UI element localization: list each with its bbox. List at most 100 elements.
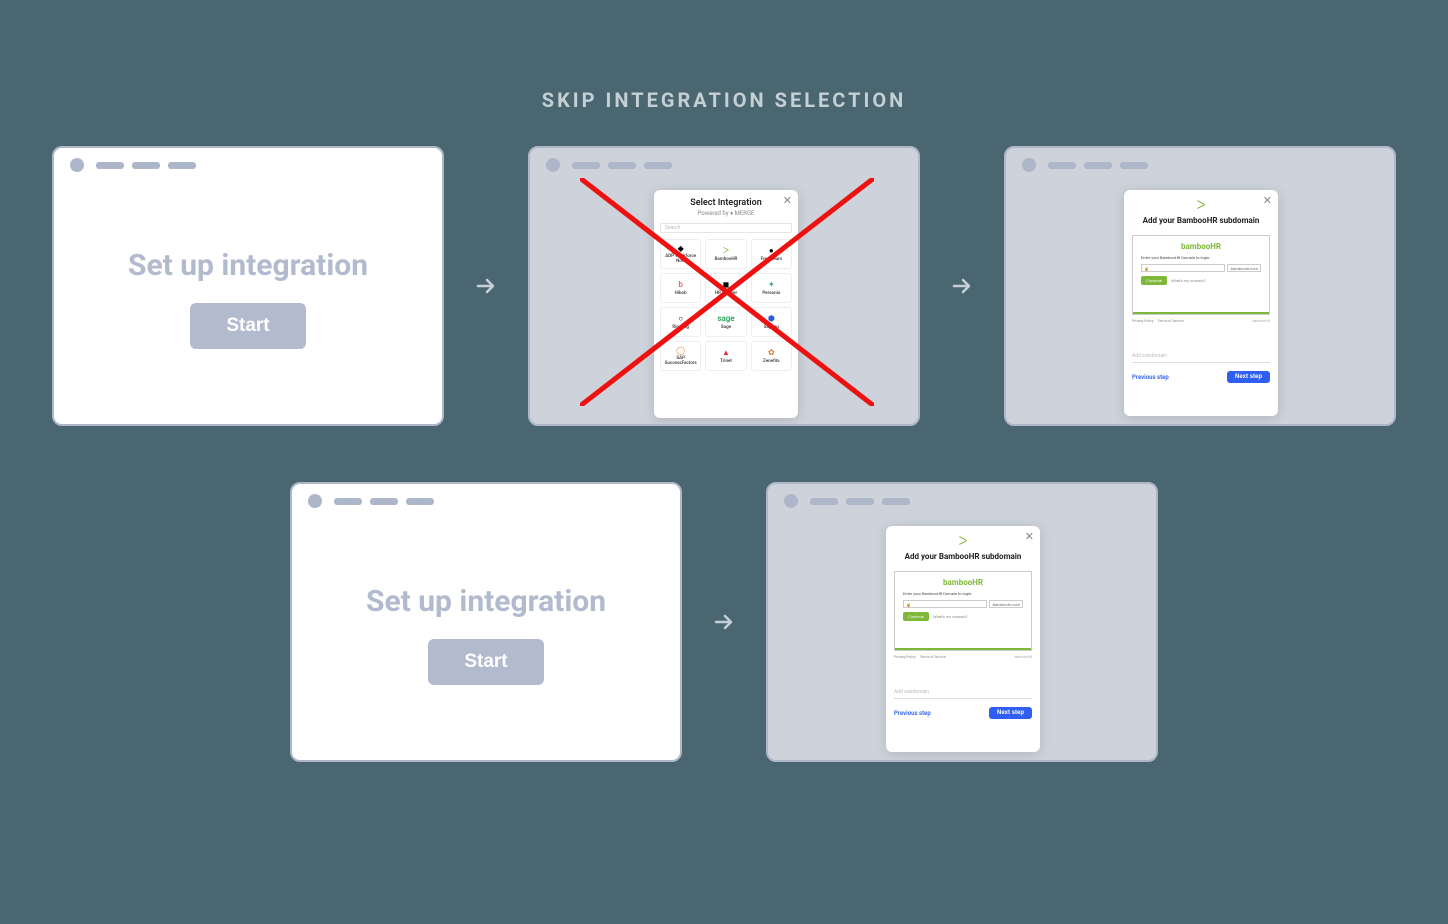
- provider-icon: ◆: [676, 243, 686, 253]
- provider-label: Freshteam: [761, 258, 783, 263]
- accent-bar: [1133, 312, 1269, 314]
- bamboo-login-frame: bambooHR Enter your BambooHR Domain to l…: [1132, 235, 1270, 315]
- card-header: [768, 484, 1156, 508]
- provider-icon: ◯: [676, 345, 686, 355]
- row-2: Set up integration Start ✕ ᐳ Add your Ba…: [290, 482, 1158, 762]
- whats-my-domain-link[interactable]: What's my domain?: [1171, 278, 1206, 283]
- integration-option[interactable]: ◼ HR Partner: [705, 273, 746, 303]
- window-lines: [810, 498, 910, 505]
- subdomain-input[interactable]: Add subdomain: [1132, 349, 1270, 363]
- window-dot-icon: [308, 494, 322, 508]
- window-lines: [334, 498, 434, 505]
- start-button[interactable]: Start: [428, 639, 543, 685]
- bamboo-logo-icon: ᐳ: [1132, 198, 1270, 212]
- window-dot-icon: [784, 494, 798, 508]
- window-lines: [1048, 162, 1148, 169]
- window-lines: [96, 162, 196, 169]
- previous-step-link[interactable]: Previous step: [894, 710, 931, 717]
- card-header: [530, 148, 918, 172]
- integration-option[interactable]: ▲ Trinet: [705, 341, 746, 371]
- integration-option[interactable]: ○Rippling: [660, 307, 701, 337]
- domain-input[interactable]: 🔒: [903, 600, 987, 608]
- window-line: [334, 498, 362, 505]
- provider-icon: ✦: [766, 280, 776, 290]
- privacy-link[interactable]: Privacy Policy: [1132, 319, 1154, 323]
- powered-by-label: bambooHR: [1014, 655, 1032, 659]
- provider-label: Personio: [762, 292, 780, 297]
- powered-by-label: bambooHR: [1252, 319, 1270, 323]
- provider-label: Sapling: [764, 326, 779, 331]
- footer-links: Privacy Policy Terms of Service bambooHR: [1132, 319, 1270, 323]
- card-header: [54, 148, 442, 172]
- setup-heading: Set up integration: [366, 584, 606, 619]
- bamboo-modal-title: Add your BambooHR subdomain: [1132, 216, 1270, 225]
- domain-input[interactable]: 🔒: [1141, 264, 1225, 272]
- provider-icon: ⬢: [766, 314, 776, 324]
- window-lines: [572, 162, 672, 169]
- integration-option[interactable]: bHibob: [660, 273, 701, 303]
- window-line: [608, 162, 636, 169]
- provider-icon: ▲: [721, 348, 731, 358]
- card-header: [1006, 148, 1394, 172]
- select-modal-title: Select Integration: [660, 198, 792, 208]
- continue-button[interactable]: Continue: [1141, 276, 1167, 285]
- footer-links: Privacy Policy Terms of Service bambooHR: [894, 655, 1032, 659]
- integration-option[interactable]: ⬢ Sapling: [751, 307, 792, 337]
- select-search-input[interactable]: Search: [660, 223, 792, 233]
- select-modal-subtitle: Powered by ♦ MERGE: [660, 210, 792, 217]
- next-step-button[interactable]: Next step: [989, 707, 1032, 719]
- window-line: [810, 498, 838, 505]
- close-icon[interactable]: ✕: [1025, 530, 1034, 543]
- whats-my-domain-link[interactable]: What's my domain?: [933, 614, 968, 619]
- provider-label: HR Partner: [715, 292, 737, 297]
- bamboo-subdomain-modal: ✕ ᐳ Add your BambooHR subdomain bambooHR…: [1124, 190, 1278, 416]
- continue-button[interactable]: Continue: [903, 612, 929, 621]
- window-line: [132, 162, 160, 169]
- next-step-button[interactable]: Next step: [1227, 371, 1270, 383]
- terms-link[interactable]: Terms of Service: [920, 655, 946, 659]
- integration-option[interactable]: ᐳBambooHR: [705, 239, 746, 269]
- terms-link[interactable]: Terms of Service: [1158, 319, 1184, 323]
- close-icon[interactable]: ✕: [1263, 194, 1272, 207]
- window-dot-icon: [70, 158, 84, 172]
- row-1: Set up integration Start ✕ Select Integr…: [52, 146, 1396, 426]
- domain-suffix-label: .bamboohr.com: [989, 600, 1023, 608]
- start-button[interactable]: Start: [190, 303, 305, 349]
- card-select-integration: ✕ Select Integration Powered by ♦ MERGE …: [528, 146, 920, 426]
- window-line: [572, 162, 600, 169]
- integration-grid: ◆ADP Workforce Now ᐳBambooHR ●Freshteam …: [660, 239, 792, 371]
- provider-label: Zenefits: [763, 360, 780, 365]
- window-line: [96, 162, 124, 169]
- window-line: [882, 498, 910, 505]
- close-icon[interactable]: ✕: [783, 194, 792, 207]
- window-line: [370, 498, 398, 505]
- provider-label: Sage: [721, 326, 731, 331]
- bamboo-logo-icon: ᐳ: [894, 534, 1032, 548]
- subdomain-input[interactable]: Add subdomain: [894, 685, 1032, 699]
- provider-label: Trinet: [720, 360, 732, 365]
- window-line: [1048, 162, 1076, 169]
- provider-label: Rippling: [672, 326, 689, 331]
- integration-option[interactable]: ●Freshteam: [751, 239, 792, 269]
- window-line: [168, 162, 196, 169]
- provider-icon: ◼: [721, 280, 731, 290]
- previous-step-link[interactable]: Previous step: [1132, 374, 1169, 381]
- bamboo-modal-title: Add your BambooHR subdomain: [894, 552, 1032, 561]
- window-line: [644, 162, 672, 169]
- card-header: [292, 484, 680, 508]
- window-line: [1084, 162, 1112, 169]
- bamboo-instruction: Enter your BambooHR Domain to login.: [1141, 255, 1261, 260]
- window-line: [846, 498, 874, 505]
- bamboo-subdomain-modal: ✕ ᐳ Add your BambooHR subdomain bambooHR…: [886, 526, 1040, 752]
- bamboo-login-frame: bambooHR Enter your BambooHR Domain to l…: [894, 571, 1032, 651]
- provider-label: ADP Workforce Now: [661, 255, 700, 265]
- bamboo-instruction: Enter your BambooHR Domain to login.: [903, 591, 1023, 596]
- page-title: SKIP INTEGRATION SELECTION: [0, 0, 1448, 112]
- integration-option[interactable]: ✿Zenefits: [751, 341, 792, 371]
- integration-option[interactable]: ◯SAP SuccessFactors: [660, 341, 701, 371]
- integration-option[interactable]: ✦ Personio: [751, 273, 792, 303]
- privacy-link[interactable]: Privacy Policy: [894, 655, 916, 659]
- integration-option[interactable]: sageSage: [705, 307, 746, 337]
- bamboo-brand-label: bambooHR: [903, 578, 1023, 587]
- integration-option[interactable]: ◆ ADP Workforce Now: [660, 239, 701, 269]
